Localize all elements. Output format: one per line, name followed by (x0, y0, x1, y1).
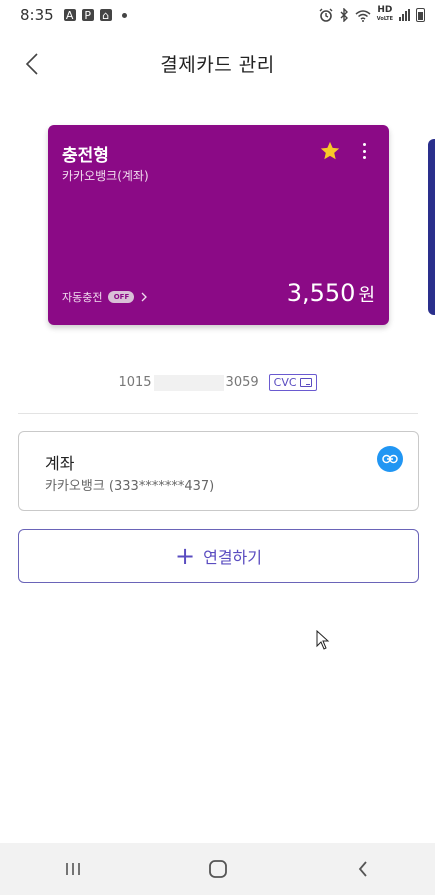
status-left: 8:35 A P ⌂ (20, 6, 127, 24)
hd-label: HD (377, 5, 393, 15)
hd-sub-label: VoLTE (376, 16, 393, 22)
system-nav-bar (0, 843, 435, 895)
more-options-icon[interactable] (359, 141, 369, 161)
chevron-right-icon (142, 292, 148, 302)
account-detail: 카카오뱅크 (333*******437) (45, 479, 215, 494)
connect-button[interactable]: + 연결하기 (18, 529, 419, 583)
card-bank: 카카오뱅크(계좌) (62, 169, 149, 183)
home-button[interactable] (198, 854, 238, 884)
plus-icon: + (175, 542, 196, 570)
auto-charge-toggle[interactable]: OFF (108, 291, 135, 303)
alarm-icon (319, 8, 333, 22)
star-icon[interactable] (319, 140, 341, 162)
card-icon (299, 378, 312, 387)
status-right: HD VoLTE (319, 6, 425, 24)
wifi-icon (355, 9, 371, 22)
nav-back-button[interactable] (343, 854, 383, 884)
card-balance: 3,550 원 (287, 279, 375, 307)
battery-icon (416, 8, 425, 22)
card-number-prefix: 1015 (118, 375, 152, 390)
notification-dot-icon (121, 12, 127, 18)
link-icon[interactable] (377, 446, 403, 472)
divider (18, 413, 418, 414)
account-title: 계좌 (45, 454, 75, 473)
auto-charge[interactable]: 자동충전 OFF (62, 289, 148, 305)
mouse-cursor-icon (316, 630, 330, 650)
balance-value: 3,550 (286, 279, 356, 307)
auto-charge-label: 자동충전 (62, 291, 103, 304)
next-card-peek[interactable] (428, 139, 435, 315)
recent-apps-icon (65, 863, 80, 875)
signal-icon (399, 9, 410, 21)
card-name: 충전형 (62, 146, 109, 166)
card-number-mask (153, 374, 224, 391)
home-icon (208, 860, 227, 878)
connect-label: 연결하기 (203, 548, 262, 567)
payment-card[interactable]: 충전형 카카오뱅크(계좌) 자동충전 OFF 3,550 원 (48, 125, 389, 325)
chevron-left-icon (25, 53, 38, 75)
chain-link-icon (382, 454, 398, 464)
balance-unit: 원 (358, 285, 375, 306)
back-button[interactable] (18, 50, 46, 78)
notification-pass-icon: P (81, 9, 94, 22)
status-bar: 8:35 A P ⌂ HD VoLTE (0, 0, 435, 30)
cvc-label: CVC (273, 376, 297, 389)
back-icon (358, 861, 367, 877)
cvc-button[interactable]: CVC (268, 374, 317, 391)
status-time: 8:35 (20, 6, 54, 24)
header: 결제카드 관리 (0, 38, 435, 88)
card-number-suffix: 3059 (225, 375, 259, 390)
volte-hd-indicator: HD VoLTE (377, 6, 393, 24)
card-number: 1015 3059 CVC (0, 374, 435, 391)
linked-account[interactable]: 계좌 카카오뱅크 (333*******437) (18, 431, 419, 511)
recent-apps-button[interactable] (53, 854, 93, 884)
bluetooth-icon (340, 8, 348, 22)
page-title: 결제카드 관리 (160, 53, 275, 76)
notification-a-icon: A (63, 9, 76, 22)
notification-lock-icon: ⌂ (99, 9, 112, 22)
